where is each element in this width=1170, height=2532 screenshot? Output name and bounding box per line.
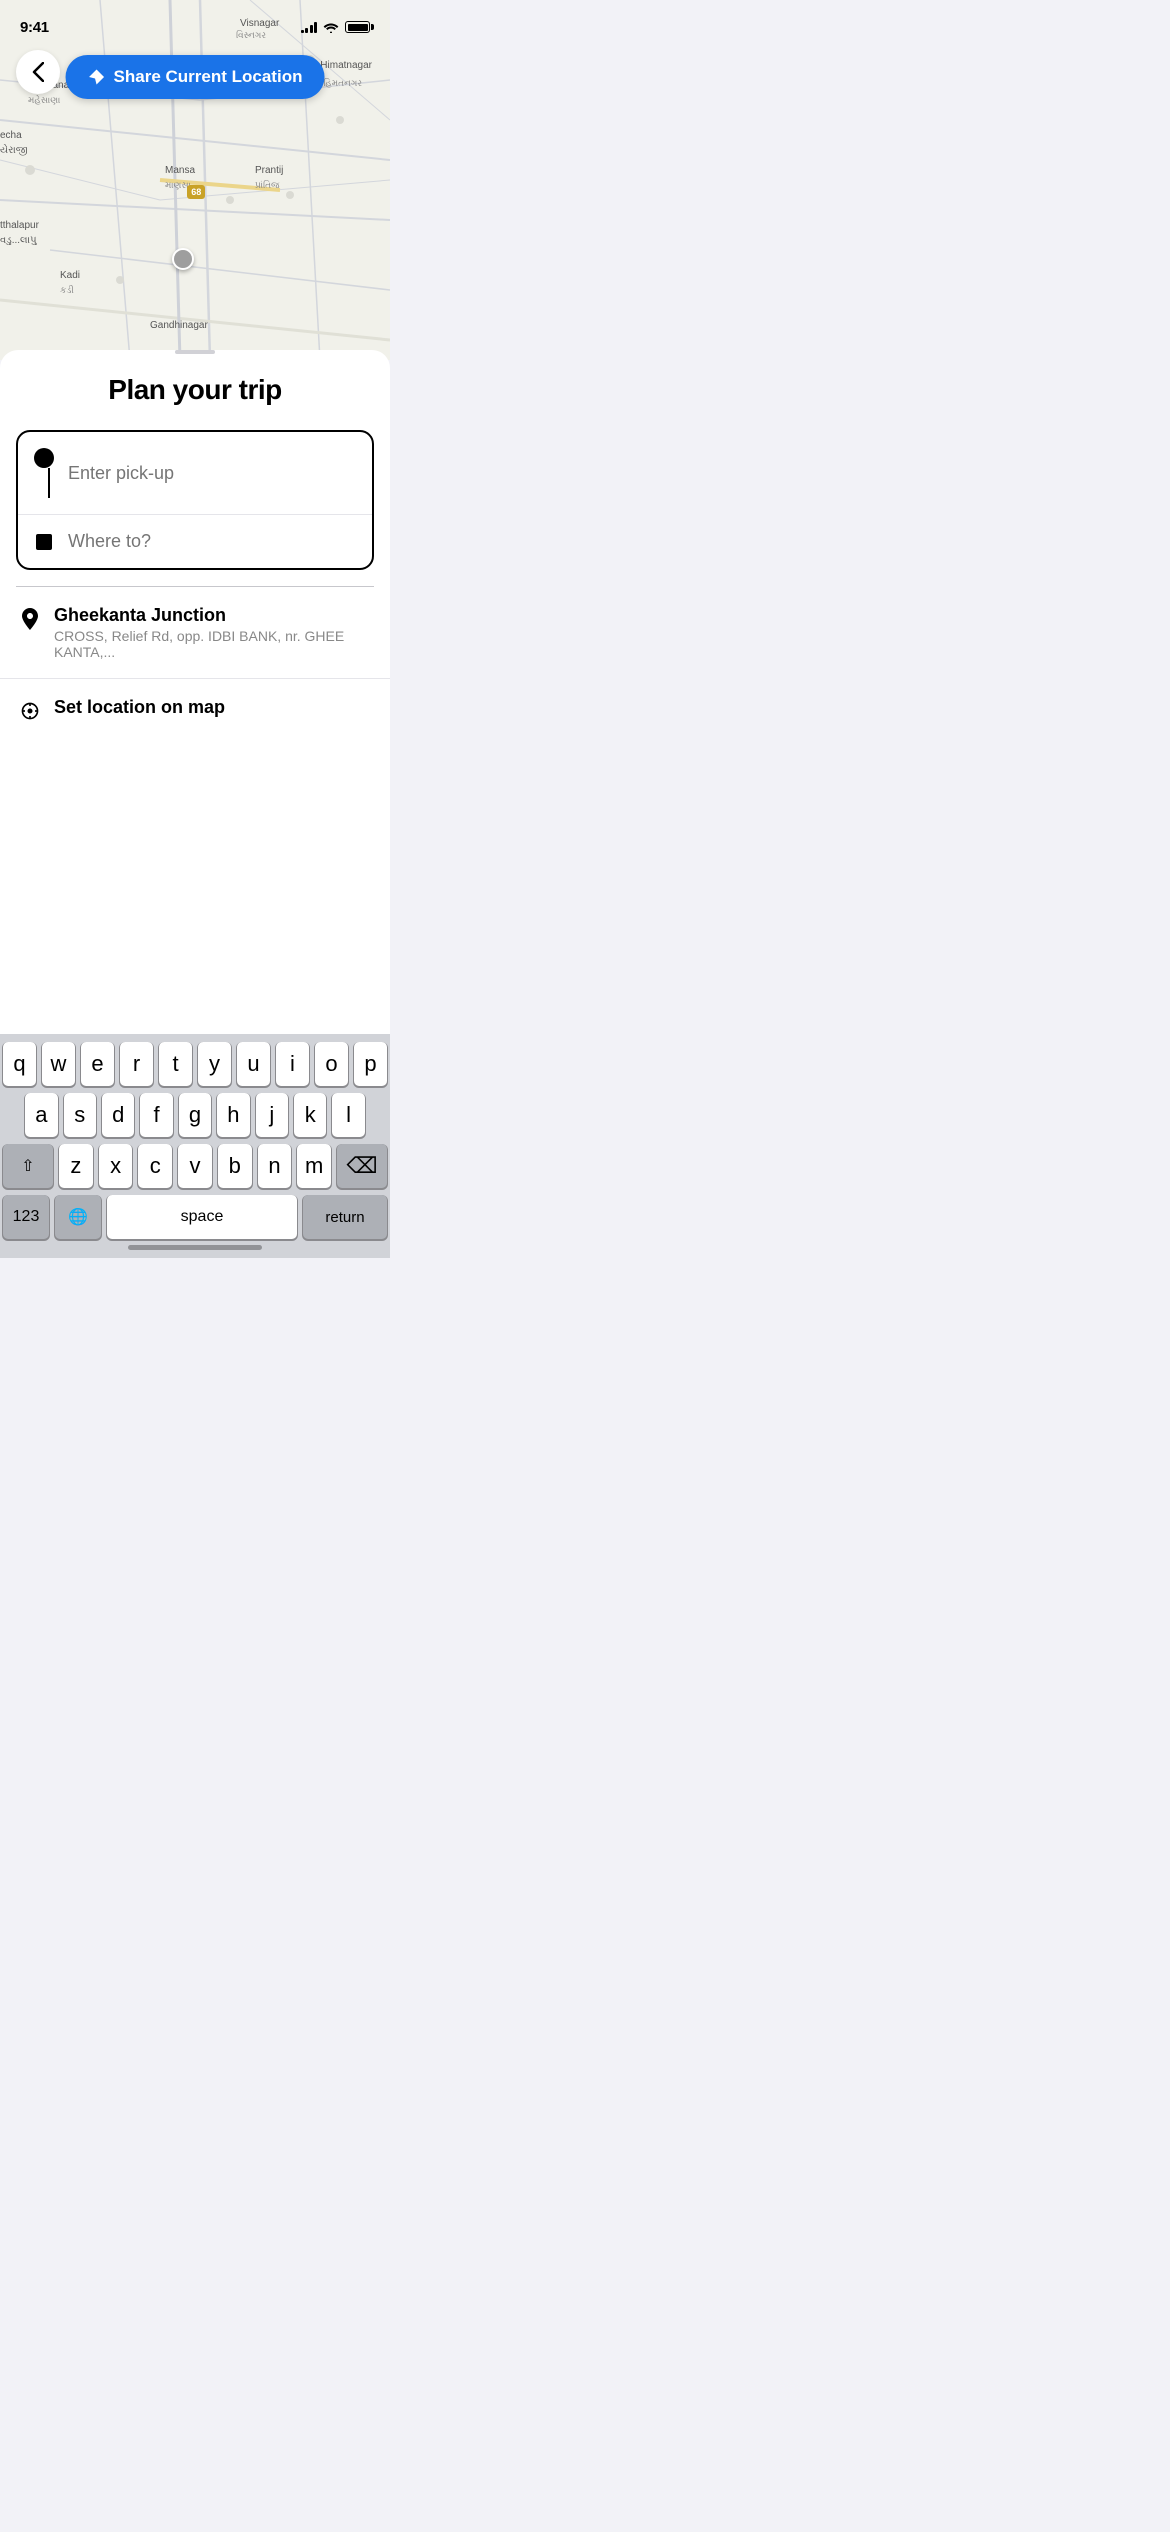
status-time: 9:41	[20, 19, 49, 36]
drag-handle[interactable]	[175, 350, 215, 354]
key-g[interactable]: g	[179, 1093, 211, 1137]
destination-icon-area	[34, 534, 54, 550]
share-location-button[interactable]: Share Current Location	[66, 55, 325, 99]
gheekanta-subtitle: CROSS, Relief Rd, opp. IDBI BANK, nr. GH…	[54, 628, 370, 660]
suggestion-set-on-map[interactable]: Set location on map	[0, 679, 390, 741]
sheet-title: Plan your trip	[0, 374, 390, 406]
key-p[interactable]: p	[354, 1042, 387, 1086]
map-location-dot	[172, 248, 194, 270]
set-location-text: Set location on map	[54, 697, 370, 720]
empty-space	[0, 834, 390, 1034]
key-o[interactable]: o	[315, 1042, 348, 1086]
map-label-prantij-guj: પ્રાંતિજ	[255, 180, 280, 191]
map-label-prantij: Prantij	[255, 165, 283, 176]
destination-row[interactable]	[18, 514, 372, 568]
key-h[interactable]: h	[217, 1093, 249, 1137]
key-u[interactable]: u	[237, 1042, 270, 1086]
home-indicator	[128, 1245, 262, 1250]
return-key[interactable]: return	[303, 1195, 387, 1239]
keyboard-row-3: ⇧ z x c v b n m ⌫	[3, 1144, 387, 1188]
key-t[interactable]: t	[159, 1042, 192, 1086]
key-a[interactable]: a	[25, 1093, 57, 1137]
numbers-key[interactable]: 123	[3, 1195, 49, 1239]
route-connector	[48, 468, 50, 498]
emoji-key[interactable]: 🌐	[55, 1195, 101, 1239]
map-label-mehsana-guj: મહેસાણા	[28, 95, 60, 106]
key-e[interactable]: e	[81, 1042, 114, 1086]
gheekanta-title: Gheekanta Junction	[54, 605, 370, 626]
key-n[interactable]: n	[258, 1144, 292, 1188]
gheekanta-text: Gheekanta Junction CROSS, Relief Rd, opp…	[54, 605, 370, 660]
keyboard-row-4: 123 🌐 space return	[3, 1195, 387, 1239]
key-r[interactable]: r	[120, 1042, 153, 1086]
signal-icon	[301, 21, 318, 33]
pin-icon	[20, 607, 40, 631]
trip-input-box	[16, 430, 374, 570]
map-label-left3: tthalapur	[0, 220, 39, 231]
share-location-label: Share Current Location	[114, 67, 303, 87]
set-location-title: Set location on map	[54, 697, 370, 718]
key-f[interactable]: f	[140, 1093, 172, 1137]
space-key[interactable]: space	[107, 1195, 297, 1239]
pickup-input[interactable]	[68, 463, 356, 484]
destination-input[interactable]	[68, 531, 356, 552]
map-background: Visnagar વિસ્નગર Mehsana મહેસાણા Himatna…	[0, 0, 390, 360]
key-m[interactable]: m	[297, 1144, 331, 1188]
map-label-kadi: Kadi	[60, 270, 80, 281]
battery-icon	[345, 21, 370, 33]
delete-key[interactable]: ⌫	[337, 1144, 387, 1188]
pickup-row[interactable]	[18, 432, 372, 514]
map-label-gandhinagar: Gandhinagar	[150, 320, 208, 331]
map-roads	[0, 0, 390, 360]
map-label-left3-guj: વડુ...લાપુ	[0, 235, 37, 246]
map-label-kadi-guj: કડી	[60, 285, 74, 296]
set-location-icon	[20, 699, 40, 723]
key-w[interactable]: w	[42, 1042, 75, 1086]
bottom-sheet: Plan your trip Gheekanta Junction	[0, 350, 390, 834]
pickup-circle-icon	[34, 448, 54, 468]
key-i[interactable]: i	[276, 1042, 309, 1086]
navigation-icon	[88, 68, 106, 86]
map-label-left2: યેરાજી	[0, 145, 28, 156]
key-s[interactable]: s	[64, 1093, 96, 1137]
suggestion-gheekanta[interactable]: Gheekanta Junction CROSS, Relief Rd, opp…	[0, 587, 390, 679]
key-j[interactable]: j	[256, 1093, 288, 1137]
key-l[interactable]: l	[332, 1093, 364, 1137]
key-k[interactable]: k	[294, 1093, 326, 1137]
wifi-icon	[323, 21, 339, 33]
back-button[interactable]	[16, 50, 60, 94]
key-d[interactable]: d	[102, 1093, 134, 1137]
map-road-badge-68: 68	[187, 185, 205, 199]
map-label-mansa: Mansa	[165, 165, 195, 176]
key-b[interactable]: b	[218, 1144, 252, 1188]
status-icons	[301, 21, 371, 33]
shift-key[interactable]: ⇧	[3, 1144, 53, 1188]
key-v[interactable]: v	[178, 1144, 212, 1188]
key-c[interactable]: c	[138, 1144, 172, 1188]
pickup-icon-area	[34, 448, 54, 498]
keyboard-row-2: a s d f g h j k l	[3, 1093, 387, 1137]
keyboard-row-1: q w e r t y u i o p	[3, 1042, 387, 1086]
map-area: Visnagar વિસ્નગર Mehsana મહેસાણા Himatna…	[0, 0, 390, 360]
destination-square-icon	[36, 534, 52, 550]
keyboard: q w e r t y u i o p a s d f g h j k l ⇧ …	[0, 1034, 390, 1258]
map-label-left1: echa	[0, 130, 22, 141]
back-arrow-icon	[32, 62, 44, 82]
map-label-himatnagar: Himatnagar	[320, 60, 372, 71]
status-bar: 9:41	[0, 0, 390, 44]
map-label-himatnagar-guj: હિમતનગર	[323, 78, 362, 89]
key-x[interactable]: x	[99, 1144, 133, 1188]
key-y[interactable]: y	[198, 1042, 231, 1086]
key-q[interactable]: q	[3, 1042, 36, 1086]
key-z[interactable]: z	[59, 1144, 93, 1188]
